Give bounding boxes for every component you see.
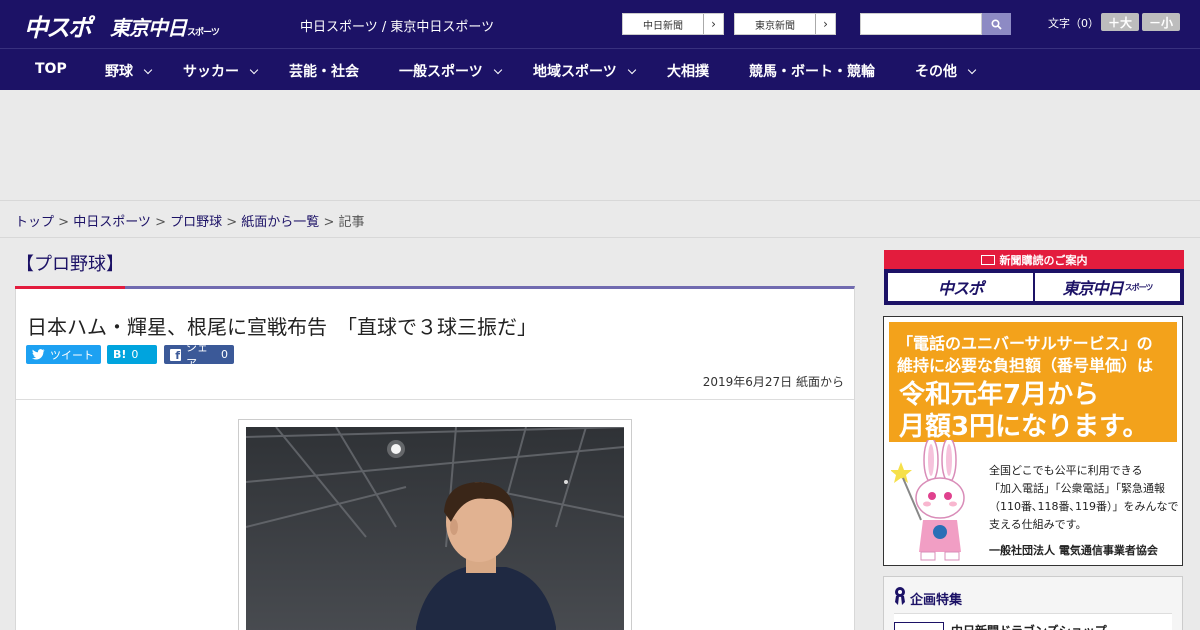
article-card: 日本ハム・輝星、根尾に宣戦布告 「直球で３球三振だ」 ツイート B! 0 f シ… bbox=[15, 286, 855, 630]
feature-section: 企画特集 中日新聞ドラゴンズショップ bbox=[883, 576, 1183, 630]
nav-item-label: 競馬・ボート・競輪 bbox=[749, 64, 875, 80]
chevron-down-icon bbox=[143, 65, 153, 75]
chevron-down-icon bbox=[493, 65, 502, 75]
chevron-down-icon bbox=[967, 65, 977, 75]
breadcrumb-sep: > bbox=[222, 215, 242, 230]
breadcrumb-top[interactable]: トップ bbox=[15, 215, 54, 230]
nav-item-soccer[interactable]: サッカー bbox=[183, 61, 259, 81]
nav-item-label: 一般スポーツ bbox=[399, 64, 483, 80]
chunichi-shimbun-button[interactable]: 中日新聞 › bbox=[622, 13, 724, 35]
divider bbox=[16, 399, 854, 400]
subscribe-tokyo-button[interactable]: 東京中日 スポーツ bbox=[1035, 273, 1180, 301]
breadcrumb-paper-list[interactable]: 紙面から一覧 bbox=[241, 215, 319, 230]
breadcrumb-pro-baseball[interactable]: プロ野球 bbox=[170, 215, 222, 230]
category-accent-bar bbox=[15, 286, 125, 289]
ribbon-icon bbox=[895, 587, 905, 605]
feature-item[interactable]: 中日新聞ドラゴンズショップ bbox=[894, 613, 1172, 630]
nav-item-label: 大相撲 bbox=[667, 64, 709, 80]
article-date: 2019年6月27日 紙面から bbox=[702, 375, 844, 389]
tokyo-shimbun-label: 東京新聞 bbox=[755, 20, 795, 32]
font-size-label: 文字（0） bbox=[1048, 17, 1099, 30]
player-photo bbox=[246, 427, 624, 630]
nav-item-sumo[interactable]: 大相撲 bbox=[667, 61, 709, 81]
banner-body: 「電話のユニバーサルサービス」の 維持に必要な負担額（番号単価）は 令和元年7月… bbox=[889, 322, 1179, 561]
feature-title: 企画特集 bbox=[910, 593, 963, 608]
banner-line-2: 維持に必要な負担額（番号単価）は bbox=[897, 356, 1154, 375]
twitter-icon bbox=[32, 349, 45, 360]
chevron-right-icon: › bbox=[703, 14, 723, 34]
font-larger-button[interactable]: ＋大 bbox=[1101, 13, 1139, 31]
article-headline: 日本ハム・輝星、根尾に宣戦布告 「直球で３球三振だ」 bbox=[27, 315, 537, 339]
banner-line-4: 月額3円になります。 bbox=[899, 412, 1149, 442]
chevron-right-icon: › bbox=[815, 14, 835, 34]
subscription-header: 新聞購読のご案内 bbox=[884, 250, 1184, 269]
article-category: 【プロ野球】 bbox=[16, 254, 124, 275]
subscribe-chuspo-button[interactable]: 中スポ bbox=[888, 273, 1033, 301]
banner-organization: 一般社団法人 電気通信事業者協会 bbox=[989, 544, 1158, 557]
nav-item-top[interactable]: TOP bbox=[35, 61, 67, 77]
subscribe-tokyo-label: 東京中日 bbox=[1062, 279, 1124, 298]
tokyo-chunichi-logo[interactable]: 東京中日スポーツ bbox=[110, 12, 220, 41]
nav-item-label: サッカー bbox=[183, 64, 239, 80]
subscription-title: 新聞購読のご案内 bbox=[999, 253, 1088, 267]
top-header: 中スポ 東京中日スポーツ 中日スポーツ / 東京中日スポーツ 中日新聞 › 東京… bbox=[0, 0, 1200, 48]
hatena-icon: B! bbox=[113, 348, 127, 361]
hatena-bookmark-button[interactable]: B! 0 bbox=[107, 345, 157, 364]
search-button[interactable] bbox=[982, 13, 1011, 35]
nav-item-entertainment[interactable]: 芸能・社会 bbox=[289, 61, 359, 81]
nav-item-label: その他 bbox=[915, 64, 957, 80]
font-smaller-button[interactable]: －小 bbox=[1142, 13, 1180, 31]
subscribe-chuspo-label: 中スポ bbox=[937, 279, 984, 298]
nav-item-racing[interactable]: 競馬・ボート・競輪 bbox=[749, 61, 875, 81]
subscribe-tokyo-sub: スポーツ bbox=[1124, 282, 1154, 292]
main-nav: TOP 野球 サッカー 芸能・社会 一般スポーツ 地域スポーツ 大相撲 競馬・ボ… bbox=[0, 48, 1200, 90]
banner-line-1: 「電話のユニバーサルサービス」の bbox=[897, 334, 1153, 353]
facebook-share-label: シェア bbox=[186, 340, 208, 370]
banner-description: 全国どこでも公平に利用できる 「加入電話」「公衆電話」「緊急通報 （110番､1… bbox=[989, 464, 1179, 531]
search-input[interactable] bbox=[860, 13, 982, 35]
site-links[interactable]: 中日スポーツ / 東京中日スポーツ bbox=[300, 16, 494, 35]
tweet-label: ツイート bbox=[50, 348, 94, 362]
subscription-box: 新聞購読のご案内 中スポ 東京中日 スポーツ bbox=[884, 250, 1184, 305]
tokyo-logo-text: 東京中日 bbox=[110, 16, 187, 40]
facebook-share-button[interactable]: f シェア 0 bbox=[164, 341, 234, 370]
breadcrumb: トップ > 中日スポーツ > プロ野球 > 紙面から一覧 > 記事 bbox=[0, 200, 1200, 238]
facebook-share-count: 0 bbox=[221, 348, 228, 361]
article-photo[interactable] bbox=[246, 427, 624, 630]
universal-service-banner[interactable]: 「電話のユニバーサルサービス」の 維持に必要な負担額（番号単価）は 令和元年7月… bbox=[883, 316, 1183, 566]
nav-item-general-sports[interactable]: 一般スポーツ bbox=[399, 61, 502, 81]
newspaper-icon bbox=[980, 254, 995, 265]
chevron-down-icon bbox=[249, 65, 259, 75]
breadcrumb-sep: > bbox=[319, 215, 339, 230]
breadcrumb-sep: > bbox=[150, 215, 171, 230]
chevron-down-icon bbox=[627, 65, 636, 75]
chunichi-shimbun-label: 中日新聞 bbox=[643, 20, 683, 32]
nav-item-local-sports[interactable]: 地域スポーツ bbox=[533, 61, 636, 81]
breadcrumb-sep: > bbox=[54, 215, 74, 230]
tokyo-logo-sub: スポーツ bbox=[187, 28, 220, 38]
breadcrumb-chunichi-sports[interactable]: 中日スポーツ bbox=[73, 215, 151, 230]
ad-space bbox=[0, 90, 1200, 200]
nav-item-label: 地域スポーツ bbox=[533, 64, 617, 80]
search-icon bbox=[991, 18, 1002, 30]
nav-item-label: 芸能・社会 bbox=[289, 64, 359, 80]
hatena-count: 0 bbox=[131, 348, 139, 361]
tokyo-shimbun-button[interactable]: 東京新聞 › bbox=[734, 13, 836, 35]
tweet-button[interactable]: ツイート bbox=[26, 345, 101, 364]
facebook-icon: f bbox=[170, 348, 181, 362]
feature-thumbnail bbox=[894, 622, 944, 630]
chuspo-logo[interactable]: 中スポ bbox=[24, 8, 92, 43]
breadcrumb-current: 記事 bbox=[338, 215, 365, 230]
nav-item-label: TOP bbox=[35, 61, 67, 77]
nav-item-label: 野球 bbox=[105, 64, 133, 80]
article-photo-frame bbox=[238, 419, 632, 630]
nav-item-baseball[interactable]: 野球 bbox=[105, 61, 153, 81]
feature-item-label: 中日新聞ドラゴンズショップ bbox=[951, 622, 1107, 630]
rabbit-mascot-icon bbox=[891, 440, 965, 561]
nav-item-other[interactable]: その他 bbox=[915, 61, 977, 81]
